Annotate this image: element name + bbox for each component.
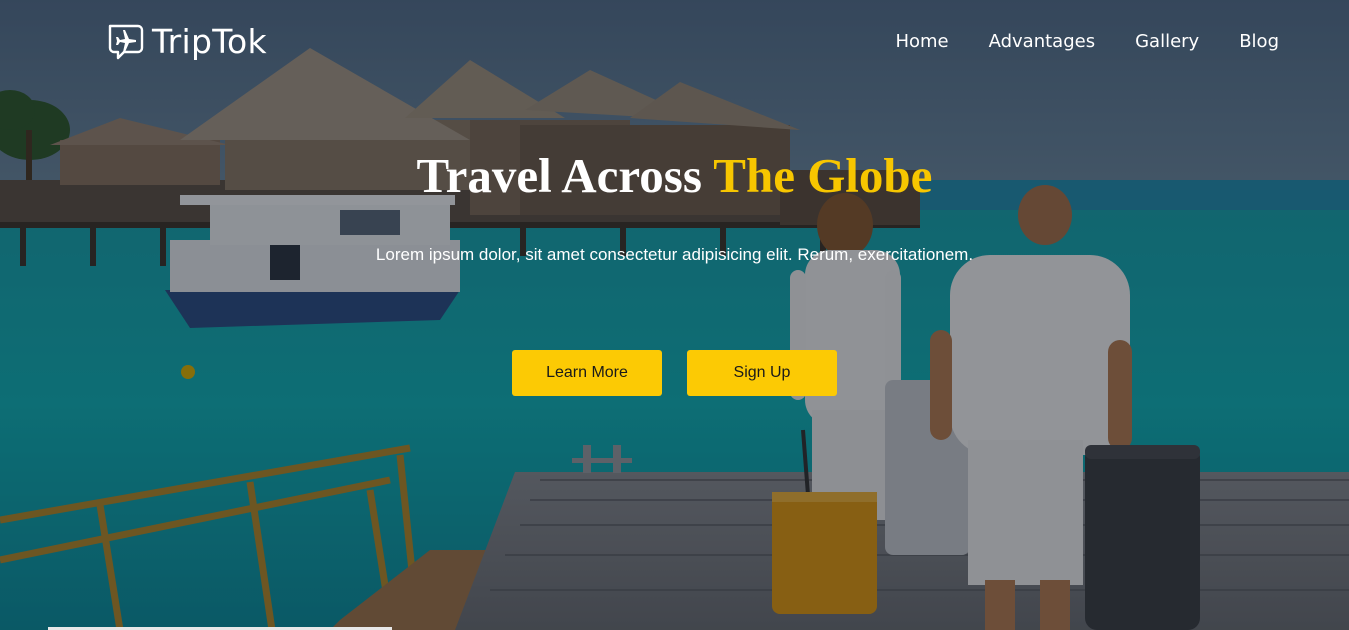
nav-link-advantages[interactable]: Advantages xyxy=(989,30,1095,54)
headline-text: Travel Across xyxy=(416,148,714,203)
headline-accent-text: The Globe xyxy=(713,148,933,203)
hero-headline: Travel Across The Globe xyxy=(0,146,1349,206)
nav-link-home[interactable]: Home xyxy=(895,30,948,54)
sign-up-button[interactable]: Sign Up xyxy=(687,350,837,396)
navbar: TripTok Home Advantages Gallery Blog xyxy=(0,0,1349,84)
hero-section: TripTok Home Advantages Gallery Blog Tra… xyxy=(0,0,1349,630)
nav-link-gallery[interactable]: Gallery xyxy=(1135,30,1199,54)
hero-subtitle: Lorem ipsum dolor, sit amet consectetur … xyxy=(375,245,974,264)
airplane-speech-bubble-icon xyxy=(108,24,144,60)
hero-buttons: Learn More Sign Up xyxy=(512,350,837,396)
brand-name: TripTok xyxy=(152,21,267,61)
nav-menu: Home Advantages Gallery Blog xyxy=(895,30,1279,54)
dark-overlay xyxy=(0,0,1349,630)
nav-link-blog[interactable]: Blog xyxy=(1239,30,1279,54)
learn-more-button[interactable]: Learn More xyxy=(512,350,662,396)
brand-logo[interactable]: TripTok xyxy=(106,20,267,62)
